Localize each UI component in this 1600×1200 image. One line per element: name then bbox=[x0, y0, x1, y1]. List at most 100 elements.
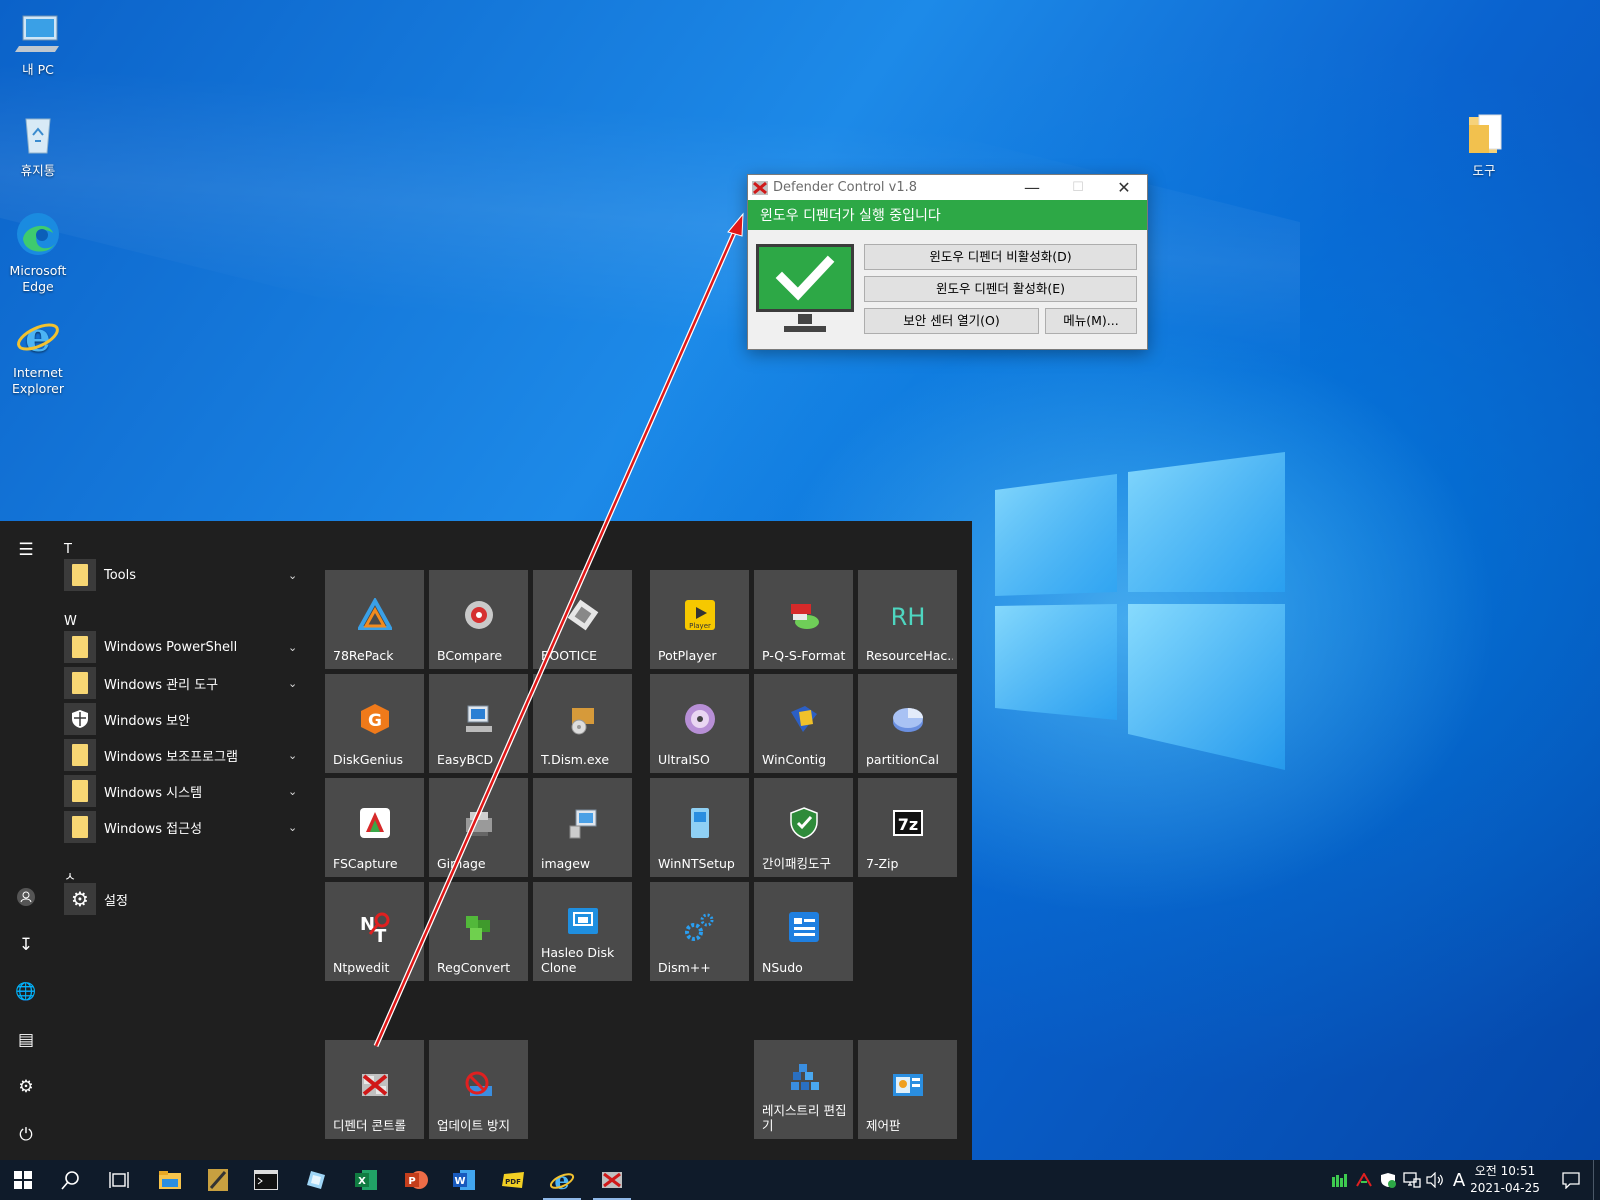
start-icon[interactable] bbox=[0, 1160, 46, 1200]
defender-control-icon[interactable] bbox=[589, 1160, 635, 1200]
user-avatar-icon[interactable] bbox=[14, 885, 38, 909]
enable-defender-button[interactable]: 윈도우 디펜더 활성화(E) bbox=[864, 276, 1137, 302]
tray-security-icon[interactable] bbox=[1378, 1160, 1398, 1200]
desktop-icon-tools-folder[interactable]: 도구 bbox=[1446, 111, 1522, 179]
folder-icon bbox=[72, 564, 88, 586]
app-list-item-accessibility[interactable]: Windows 접근성 ⌄ bbox=[64, 810, 304, 844]
tile-label: RegConvert bbox=[437, 960, 511, 975]
chevron-down-icon: ⌄ bbox=[288, 568, 298, 582]
tray-app-icon[interactable] bbox=[1354, 1160, 1374, 1200]
tile-control-panel[interactable]: 제어판 bbox=[858, 1040, 957, 1139]
tile-update-blocker[interactable]: 업데이트 방지 bbox=[429, 1040, 528, 1139]
tile-label: WinContig bbox=[762, 752, 827, 767]
cmd-icon[interactable] bbox=[243, 1160, 289, 1200]
action-center-icon[interactable] bbox=[1556, 1160, 1586, 1200]
menu-button[interactable]: 메뉴(M)... bbox=[1045, 308, 1137, 334]
taskbar-clock[interactable]: 오전 10:51 2021-04-25 bbox=[1466, 1163, 1544, 1197]
tile-fscapture[interactable]: FSCapture bbox=[325, 778, 424, 877]
tile-label: BOOTICE bbox=[541, 648, 597, 663]
pictures-icon[interactable]: ▤ bbox=[14, 1028, 38, 1052]
app-list-label: Windows 보안 bbox=[104, 713, 191, 729]
word-icon[interactable]: W bbox=[441, 1160, 487, 1200]
app-list-item-powershell[interactable]: Windows PowerShell ⌄ bbox=[64, 630, 304, 664]
tray-volume-icon[interactable] bbox=[1424, 1160, 1446, 1200]
desktop-icon-edge[interactable]: Microsoft Edge bbox=[0, 211, 76, 295]
tile-defender-control[interactable]: 디펜더 콘트롤 bbox=[325, 1040, 424, 1139]
bootice-icon bbox=[566, 598, 600, 632]
tile-ultraiso[interactable]: UltraISO bbox=[650, 674, 749, 773]
app-list-item-tools[interactable]: Tools ⌄ bbox=[64, 558, 304, 592]
tray-network-icon[interactable] bbox=[1402, 1160, 1422, 1200]
tile-ntpwedit[interactable]: NT Ntpwedit bbox=[325, 882, 424, 981]
tile-hasleo-disk-clone[interactable]: Hasleo Disk Clone bbox=[533, 882, 632, 981]
tile-diskgenius[interactable]: G DiskGenius bbox=[325, 674, 424, 773]
tile-potplayer[interactable]: Player PotPlayer bbox=[650, 570, 749, 669]
tile-simple-packing-tool[interactable]: 간이패킹도구 bbox=[754, 778, 853, 877]
task-view-icon[interactable] bbox=[96, 1160, 142, 1200]
powerpoint-icon[interactable]: P bbox=[393, 1160, 439, 1200]
potplayer-icon: Player bbox=[683, 598, 717, 632]
tile-regconvert[interactable]: RegConvert bbox=[429, 882, 528, 981]
tile-gimage[interactable]: Gimage bbox=[429, 778, 528, 877]
app-list-item-windows-security[interactable]: Windows 보안 bbox=[64, 702, 304, 736]
tile-label: PotPlayer bbox=[658, 648, 717, 663]
update-blocker-icon bbox=[462, 1068, 496, 1102]
app-icon[interactable] bbox=[195, 1160, 241, 1200]
desktop-icon-internet-explorer[interactable]: e Internet Explorer bbox=[0, 313, 76, 397]
desktop-icon-this-pc[interactable]: 내 PC bbox=[0, 10, 76, 78]
app-list-item-settings[interactable]: ⚙ 설정 bbox=[64, 882, 304, 916]
power-icon[interactable]: ⏻ bbox=[14, 1123, 38, 1147]
tile-imagew[interactable]: imagew bbox=[533, 778, 632, 877]
internet-explorer-icon: e bbox=[17, 314, 59, 361]
tile-label: EasyBCD bbox=[437, 752, 494, 767]
title-bar[interactable]: Defender Control v1.8 — ☐ ✕ bbox=[748, 175, 1147, 200]
defender-control-icon bbox=[752, 180, 768, 195]
gear-icon: ⚙ bbox=[64, 883, 96, 915]
tile-label: P-Q-S-Format bbox=[762, 648, 846, 663]
tile-tdism[interactable]: T.Dism.exe bbox=[533, 674, 632, 773]
hamburger-menu-icon[interactable]: ☰ bbox=[14, 538, 38, 562]
tile-resourcehacker[interactable]: RH ResourceHac... bbox=[858, 570, 957, 669]
pdf-icon[interactable]: PDF bbox=[491, 1160, 537, 1200]
tile-bootice[interactable]: BOOTICE bbox=[533, 570, 632, 669]
app-list-item-admin-tools[interactable]: Windows 관리 도구 ⌄ bbox=[64, 666, 304, 700]
fscapture-icon bbox=[358, 806, 392, 840]
file-explorer-icon[interactable] bbox=[147, 1160, 193, 1200]
excel-icon[interactable]: X bbox=[343, 1160, 389, 1200]
disable-defender-button[interactable]: 윈도우 디펜더 비활성화(D) bbox=[864, 244, 1137, 270]
tile-7zip[interactable]: 7z 7-Zip bbox=[858, 778, 957, 877]
app-icon[interactable] bbox=[293, 1160, 339, 1200]
tile-registry-editor[interactable]: 레지스트리 편집기 bbox=[754, 1040, 853, 1139]
show-desktop-button[interactable] bbox=[1593, 1160, 1600, 1200]
tile-pqs-format[interactable]: P-Q-S-Format bbox=[754, 570, 853, 669]
tile-wincontig[interactable]: WinContig bbox=[754, 674, 853, 773]
minimize-icon[interactable]: — bbox=[1009, 175, 1055, 200]
desktop-icon-recycle-bin[interactable]: 휴지통 bbox=[0, 111, 76, 179]
settings-gear-icon[interactable]: ⚙ bbox=[14, 1075, 38, 1099]
group-letter[interactable]: T bbox=[64, 542, 72, 557]
close-icon[interactable]: ✕ bbox=[1101, 175, 1147, 200]
tile-partitioncal[interactable]: partitionCal bbox=[858, 674, 957, 773]
maximize-icon: ☐ bbox=[1072, 180, 1084, 195]
clock-time: 오전 10:51 bbox=[1474, 1164, 1536, 1178]
tile-nsudo[interactable]: NSudo bbox=[754, 882, 853, 981]
network-icon[interactable]: 🌐 bbox=[14, 980, 38, 1004]
internet-explorer-icon[interactable]: e bbox=[539, 1160, 585, 1200]
start-menu: ☰ ↧ 🌐 ▤ ⚙ ⏻ T Tools ⌄ W Windows PowerShe… bbox=[0, 521, 972, 1161]
downloads-icon[interactable]: ↧ bbox=[14, 933, 38, 957]
tile-winntsetup[interactable]: WinNTSetup bbox=[650, 778, 749, 877]
svg-text:X: X bbox=[358, 1176, 366, 1187]
app-list-item-system[interactable]: Windows 시스템 ⌄ bbox=[64, 774, 304, 808]
winntsetup-icon bbox=[683, 806, 717, 840]
app-list-label: 설정 bbox=[104, 893, 128, 909]
group-letter[interactable]: W bbox=[64, 614, 77, 629]
app-list-item-accessories[interactable]: Windows 보조프로그램 ⌄ bbox=[64, 738, 304, 772]
tile-dism-plus[interactable]: Dism++ bbox=[650, 882, 749, 981]
tile-easybcd[interactable]: EasyBCD bbox=[429, 674, 528, 773]
chevron-down-icon: ⌄ bbox=[288, 820, 298, 834]
open-security-center-button[interactable]: 보안 센터 열기(O) bbox=[864, 308, 1039, 334]
tray-network-activity-icon[interactable] bbox=[1330, 1160, 1350, 1200]
tile-78repack[interactable]: 78RePack bbox=[325, 570, 424, 669]
search-icon[interactable] bbox=[48, 1160, 94, 1200]
tile-bcompare[interactable]: BCompare bbox=[429, 570, 528, 669]
